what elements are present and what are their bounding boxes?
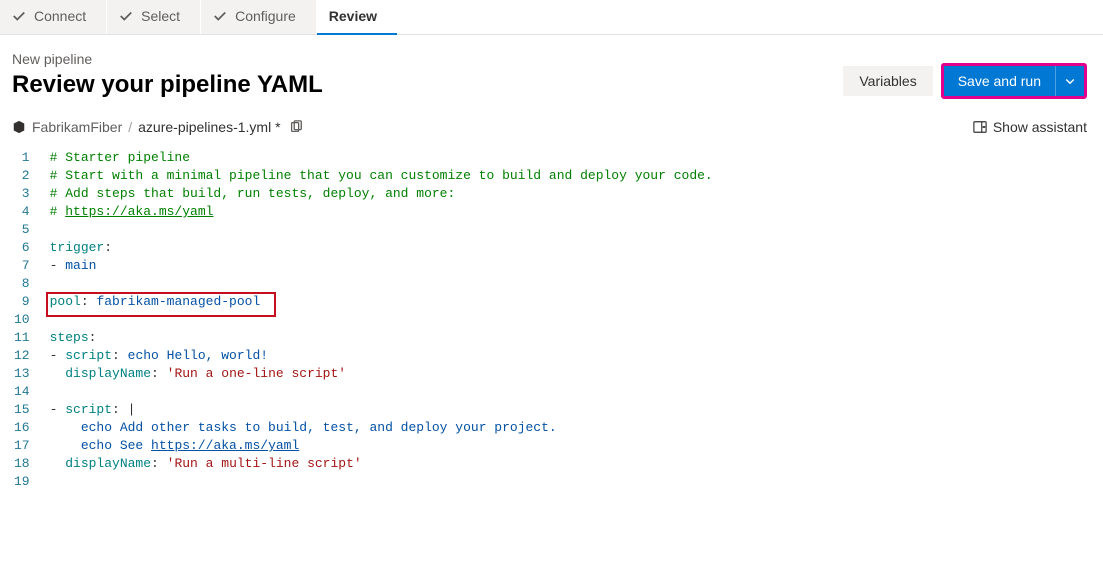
- code-line[interactable]: [50, 383, 1103, 401]
- line-number: 11: [10, 329, 34, 347]
- code-line[interactable]: [50, 275, 1103, 293]
- line-number: 19: [10, 473, 34, 491]
- save-run-group: Save and run: [941, 63, 1087, 99]
- save-run-dropdown[interactable]: [1055, 66, 1084, 96]
- breadcrumb: FabrikamFiber / azure-pipelines-1.yml *: [12, 119, 303, 135]
- line-number: 6: [10, 239, 34, 257]
- code-line[interactable]: [50, 221, 1103, 239]
- page-subtitle: New pipeline: [12, 51, 323, 67]
- code-line[interactable]: trigger:: [50, 239, 1103, 257]
- page-title: Review your pipeline YAML: [12, 71, 323, 99]
- yaml-editor[interactable]: 12345678910111213141516171819 # Starter …: [0, 149, 1103, 501]
- tab-label: Select: [141, 8, 180, 24]
- code-line[interactable]: # Start with a minimal pipeline that you…: [50, 167, 1103, 185]
- line-gutter: 12345678910111213141516171819: [10, 149, 50, 491]
- wizard-tabs: Connect Select Configure Review: [0, 0, 1103, 35]
- code-line[interactable]: - script: echo Hello, world!: [50, 347, 1103, 365]
- line-number: 4: [10, 203, 34, 221]
- header-left: New pipeline Review your pipeline YAML: [12, 51, 323, 99]
- line-number: 13: [10, 365, 34, 383]
- code-line[interactable]: - script: |: [50, 401, 1103, 419]
- code-line[interactable]: steps:: [50, 329, 1103, 347]
- tab-configure[interactable]: Configure: [201, 0, 316, 34]
- copy-icon[interactable]: [289, 120, 303, 134]
- panel-icon: [973, 120, 987, 134]
- page-header: New pipeline Review your pipeline YAML V…: [0, 35, 1103, 119]
- crumb-separator: /: [128, 119, 132, 135]
- line-number: 2: [10, 167, 34, 185]
- line-number: 16: [10, 419, 34, 437]
- tab-label: Configure: [235, 8, 296, 24]
- code-line[interactable]: # https://aka.ms/yaml: [50, 203, 1103, 221]
- crumb-repo[interactable]: FabrikamFiber: [32, 119, 122, 135]
- tab-select[interactable]: Select: [107, 0, 200, 34]
- crumb-file[interactable]: azure-pipelines-1.yml *: [138, 119, 280, 135]
- tab-label: Connect: [34, 8, 86, 24]
- code-line[interactable]: [50, 473, 1103, 491]
- variables-button[interactable]: Variables: [843, 66, 932, 96]
- code-line[interactable]: echo Add other tasks to build, test, and…: [50, 419, 1103, 437]
- code-line[interactable]: [50, 311, 1103, 329]
- line-number: 14: [10, 383, 34, 401]
- tab-label: Review: [329, 8, 377, 24]
- code-line[interactable]: # Add steps that build, run tests, deplo…: [50, 185, 1103, 203]
- check-icon: [119, 9, 133, 23]
- line-number: 17: [10, 437, 34, 455]
- repo-icon: [12, 120, 26, 134]
- chevron-down-icon: [1064, 75, 1076, 87]
- code-line[interactable]: # Starter pipeline: [50, 149, 1103, 167]
- line-number: 10: [10, 311, 34, 329]
- code-line[interactable]: pool: fabrikam-managed-pool: [50, 293, 1103, 311]
- show-assistant-label: Show assistant: [993, 119, 1087, 135]
- code-area[interactable]: # Starter pipeline# Start with a minimal…: [50, 149, 1103, 491]
- header-actions: Variables Save and run: [843, 63, 1087, 99]
- line-number: 15: [10, 401, 34, 419]
- line-number: 9: [10, 293, 34, 311]
- tab-review[interactable]: Review: [317, 0, 397, 34]
- breadcrumb-bar: FabrikamFiber / azure-pipelines-1.yml * …: [0, 119, 1103, 149]
- code-line[interactable]: - main: [50, 257, 1103, 275]
- line-number: 12: [10, 347, 34, 365]
- tab-connect[interactable]: Connect: [0, 0, 106, 34]
- show-assistant-button[interactable]: Show assistant: [973, 119, 1087, 135]
- line-number: 18: [10, 455, 34, 473]
- line-number: 1: [10, 149, 34, 167]
- line-number: 3: [10, 185, 34, 203]
- code-line[interactable]: displayName: 'Run a multi-line script': [50, 455, 1103, 473]
- code-line[interactable]: displayName: 'Run a one-line script': [50, 365, 1103, 383]
- line-number: 7: [10, 257, 34, 275]
- save-run-button[interactable]: Save and run: [944, 66, 1055, 96]
- code-line[interactable]: echo See https://aka.ms/yaml: [50, 437, 1103, 455]
- check-icon: [213, 9, 227, 23]
- line-number: 5: [10, 221, 34, 239]
- check-icon: [12, 9, 26, 23]
- line-number: 8: [10, 275, 34, 293]
